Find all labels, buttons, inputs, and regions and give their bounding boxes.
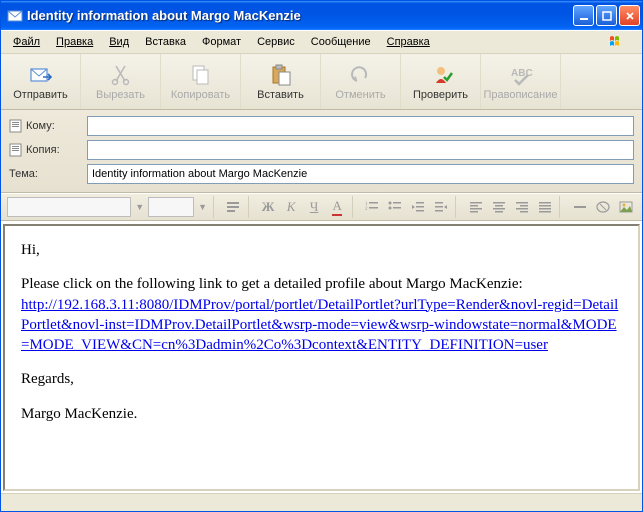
to-field[interactable] (87, 116, 634, 136)
signature: Margo MacKenzie. (21, 404, 622, 424)
title-bar[interactable]: Identity information about Margo MacKenz… (1, 1, 642, 30)
menu-tools[interactable]: Сервис (249, 33, 303, 51)
underline-button[interactable]: Ч (304, 196, 325, 218)
body-text: Please click on the following link to ge… (21, 276, 523, 292)
profile-link[interactable]: http://192.168.3.11:8080/IDMProv/portal/… (21, 297, 618, 354)
undo-icon (349, 63, 373, 87)
address-book-icon (9, 119, 23, 133)
indent-button[interactable] (430, 196, 451, 218)
bold-button[interactable]: Ж (258, 196, 279, 218)
toolbar: Отправить Вырезать Копировать Вставить О… (1, 54, 642, 110)
cc-label[interactable]: Копия: (9, 143, 81, 157)
undo-button[interactable]: Отменить (321, 54, 401, 109)
copy-button[interactable]: Копировать (161, 54, 241, 109)
copy-icon (189, 63, 213, 87)
paste-button[interactable]: Вставить (241, 54, 321, 109)
italic-button[interactable]: К (281, 196, 302, 218)
chevron-down-icon: ▼ (133, 202, 146, 212)
align-right-button[interactable] (511, 196, 532, 218)
cut-icon (109, 63, 133, 87)
check-button[interactable]: Проверить (401, 54, 481, 109)
address-book-icon (9, 143, 23, 157)
send-icon (29, 63, 53, 87)
app-icon (7, 8, 23, 24)
body-text: Hi, (21, 240, 622, 260)
paste-icon (269, 63, 293, 87)
menu-help[interactable]: Справка (379, 33, 438, 51)
menu-edit[interactable]: Правка (48, 33, 101, 51)
menu-bar: Файл Правка Вид Вставка Формат Сервис Со… (1, 30, 642, 54)
menu-format[interactable]: Формат (194, 33, 249, 51)
message-headers: Кому: Копия: Тема: (1, 110, 642, 193)
menu-insert[interactable]: Вставка (137, 33, 194, 51)
send-button[interactable]: Отправить (1, 54, 81, 109)
outdent-button[interactable] (407, 196, 428, 218)
subject-label: Тема: (9, 168, 81, 180)
close-button[interactable] (619, 5, 640, 26)
check-icon (429, 63, 453, 87)
align-center-button[interactable] (488, 196, 509, 218)
svg-text:2: 2 (365, 207, 368, 212)
compose-window: Identity information about Margo MacKenz… (0, 0, 643, 512)
menu-message[interactable]: Сообщение (303, 33, 379, 51)
align-justify-button[interactable] (534, 196, 555, 218)
size-select[interactable] (148, 197, 194, 217)
spelling-button[interactable]: ABC Правописание (481, 54, 561, 109)
format-bar: ▼ ▼ Ж К Ч A 12 (1, 193, 642, 221)
font-select[interactable] (7, 197, 131, 217)
insert-link-button[interactable] (592, 196, 613, 218)
to-label[interactable]: Кому: (9, 119, 81, 133)
body-text: Regards, (21, 369, 622, 389)
bullet-list-button[interactable] (384, 196, 405, 218)
window-title: Identity information about Margo MacKenz… (27, 8, 573, 23)
svg-text:ABC: ABC (511, 68, 533, 79)
numbered-list-button[interactable]: 12 (361, 196, 382, 218)
align-left-button[interactable] (465, 196, 486, 218)
cut-button[interactable]: Вырезать (81, 54, 161, 109)
status-bar (1, 493, 642, 511)
message-body[interactable]: Hi, Please click on the following link t… (5, 226, 638, 452)
chevron-down-icon: ▼ (196, 202, 209, 212)
minimize-button[interactable] (573, 5, 594, 26)
maximize-button[interactable] (596, 5, 617, 26)
windows-logo (600, 30, 638, 54)
menu-view[interactable]: Вид (101, 33, 137, 51)
insert-hr-button[interactable] (569, 196, 590, 218)
font-color-button[interactable]: A (327, 196, 348, 218)
menu-file[interactable]: Файл (5, 33, 48, 51)
spelling-icon: ABC (509, 63, 533, 87)
cc-field[interactable] (87, 140, 634, 160)
para-style-button[interactable] (223, 196, 244, 218)
subject-field[interactable] (87, 164, 634, 184)
insert-picture-button[interactable] (615, 196, 636, 218)
body-area: Hi, Please click on the following link t… (1, 221, 642, 493)
